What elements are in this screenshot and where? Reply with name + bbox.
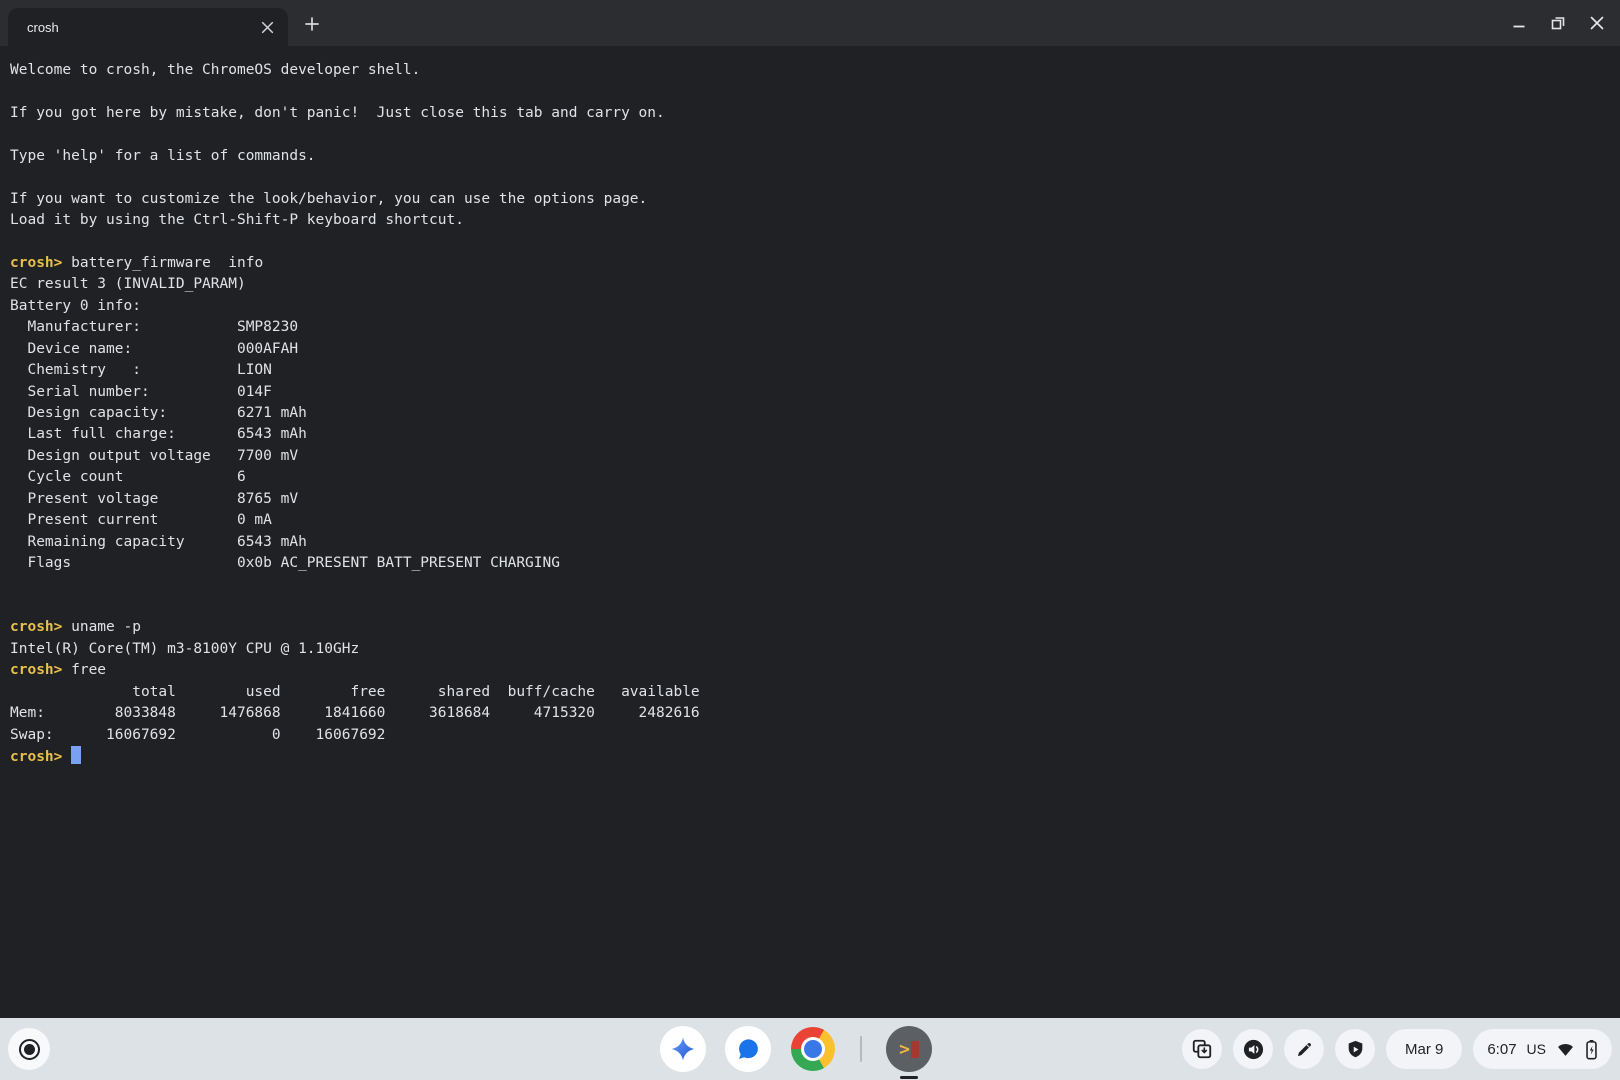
keyboard-layout-label: US bbox=[1527, 1041, 1546, 1057]
crosh-prompt: crosh> bbox=[10, 662, 62, 678]
shelf-item-crosh[interactable]: > bbox=[886, 1026, 932, 1072]
tab-crosh[interactable]: crosh bbox=[8, 8, 288, 46]
restore-button[interactable] bbox=[1549, 14, 1567, 32]
terminal-line: crosh> battery_firmware info bbox=[10, 253, 1610, 274]
messages-bubble-icon bbox=[736, 1037, 761, 1062]
crosh-prompt: crosh> bbox=[10, 255, 62, 271]
terminal-line: If you want to customize the look/behavi… bbox=[10, 189, 1610, 210]
terminal-line: If you got here by mistake, don't panic!… bbox=[10, 103, 1610, 124]
terminal-line: crosh> uname -p bbox=[10, 617, 1610, 638]
stylus-icon bbox=[1294, 1039, 1315, 1060]
terminal-line: Mem: 8033848 1476868 1841660 3618684 471… bbox=[10, 703, 1610, 724]
shield-play-icon bbox=[1345, 1039, 1366, 1060]
tab-title: crosh bbox=[27, 20, 256, 35]
volume-icon bbox=[1242, 1038, 1265, 1061]
time-label: 6:07 bbox=[1487, 1041, 1516, 1058]
status-tray: Mar 9 6:07 US bbox=[1182, 1029, 1612, 1069]
close-window-button[interactable] bbox=[1588, 14, 1606, 32]
terminal-line bbox=[10, 232, 1610, 253]
terminal-line: Chemistry : LION bbox=[10, 360, 1610, 381]
terminal-line: Remaining capacity 6543 mAh bbox=[10, 532, 1610, 553]
wifi-icon bbox=[1556, 1040, 1575, 1059]
terminal-line: Device name: 000AFAH bbox=[10, 339, 1610, 360]
terminal-line: EC result 3 (INVALID_PARAM) bbox=[10, 274, 1610, 295]
new-tab-button[interactable] bbox=[297, 9, 326, 38]
terminal-line: Battery 0 info: bbox=[10, 296, 1610, 317]
shelf-item-gemini[interactable] bbox=[660, 1026, 706, 1072]
crosh-terminal-icon: > bbox=[899, 1039, 919, 1060]
crosh-prompt: crosh> bbox=[10, 749, 62, 765]
launcher-button[interactable] bbox=[8, 1028, 50, 1070]
terminal-line: Type 'help' for a list of commands. bbox=[10, 146, 1610, 167]
stylus-tray-button[interactable] bbox=[1284, 1029, 1324, 1069]
terminal-line: total used free shared buff/cache availa… bbox=[10, 682, 1610, 703]
terminal-line: Present current 0 mA bbox=[10, 510, 1610, 531]
terminal-window: crosh Welcome to crosh, the ChromeOS dev… bbox=[0, 0, 1620, 1080]
shelf-apps: > bbox=[660, 1026, 932, 1072]
terminal-line: Manufacturer: SMP8230 bbox=[10, 317, 1610, 338]
terminal-line bbox=[10, 124, 1610, 145]
terminal-line: Intel(R) Core(TM) m3-8100Y CPU @ 1.10GHz bbox=[10, 639, 1610, 660]
battery-charging-icon bbox=[1585, 1039, 1598, 1060]
minimize-button[interactable] bbox=[1510, 14, 1528, 32]
shield-play-tray-button[interactable] bbox=[1335, 1029, 1375, 1069]
terminal-line: crosh> bbox=[10, 746, 1610, 767]
terminal-line: Cycle count 6 bbox=[10, 467, 1610, 488]
terminal-line: Design capacity: 6271 mAh bbox=[10, 403, 1610, 424]
terminal-cursor[interactable] bbox=[71, 746, 81, 764]
terminal-line: Load it by using the Ctrl-Shift-P keyboa… bbox=[10, 210, 1610, 231]
terminal-line: Design output voltage 7700 mV bbox=[10, 446, 1610, 467]
terminal-line: Present voltage 8765 mV bbox=[10, 489, 1610, 510]
terminal-line: crosh> free bbox=[10, 660, 1610, 681]
terminal-output[interactable]: Welcome to crosh, the ChromeOS developer… bbox=[0, 46, 1620, 1018]
terminal-line: Flags 0x0b AC_PRESENT BATT_PRESENT CHARG… bbox=[10, 553, 1610, 574]
terminal-line: Serial number: 014F bbox=[10, 382, 1610, 403]
shelf-item-chrome[interactable] bbox=[790, 1026, 836, 1072]
screen-capture-tray-button[interactable] bbox=[1182, 1029, 1222, 1069]
terminal-line bbox=[10, 575, 1610, 596]
terminal-line bbox=[10, 167, 1610, 188]
terminal-line: Swap: 16067692 0 16067692 bbox=[10, 725, 1610, 746]
active-app-indicator bbox=[900, 1076, 918, 1079]
chrome-icon bbox=[791, 1027, 835, 1071]
terminal-line bbox=[10, 81, 1610, 102]
shelf-item-messages[interactable] bbox=[725, 1026, 771, 1072]
date-label: Mar 9 bbox=[1405, 1041, 1443, 1058]
tab-strip: crosh bbox=[0, 0, 1620, 46]
crosh-prompt: crosh> bbox=[10, 619, 62, 635]
screen-capture-icon bbox=[1191, 1038, 1213, 1060]
terminal-line: Welcome to crosh, the ChromeOS developer… bbox=[10, 60, 1610, 81]
gemini-sparkle-icon bbox=[670, 1036, 696, 1062]
terminal-line: Last full charge: 6543 mAh bbox=[10, 424, 1610, 445]
launcher-icon bbox=[19, 1039, 40, 1060]
volume-tray-button[interactable] bbox=[1233, 1029, 1273, 1069]
shelf: > bbox=[0, 1018, 1620, 1080]
terminal-line bbox=[10, 596, 1610, 617]
window-controls bbox=[1510, 0, 1606, 46]
shelf-separator bbox=[860, 1036, 862, 1062]
date-pill[interactable]: Mar 9 bbox=[1386, 1029, 1462, 1069]
status-pill[interactable]: 6:07 US bbox=[1473, 1029, 1612, 1069]
tab-close-icon[interactable] bbox=[256, 16, 278, 38]
